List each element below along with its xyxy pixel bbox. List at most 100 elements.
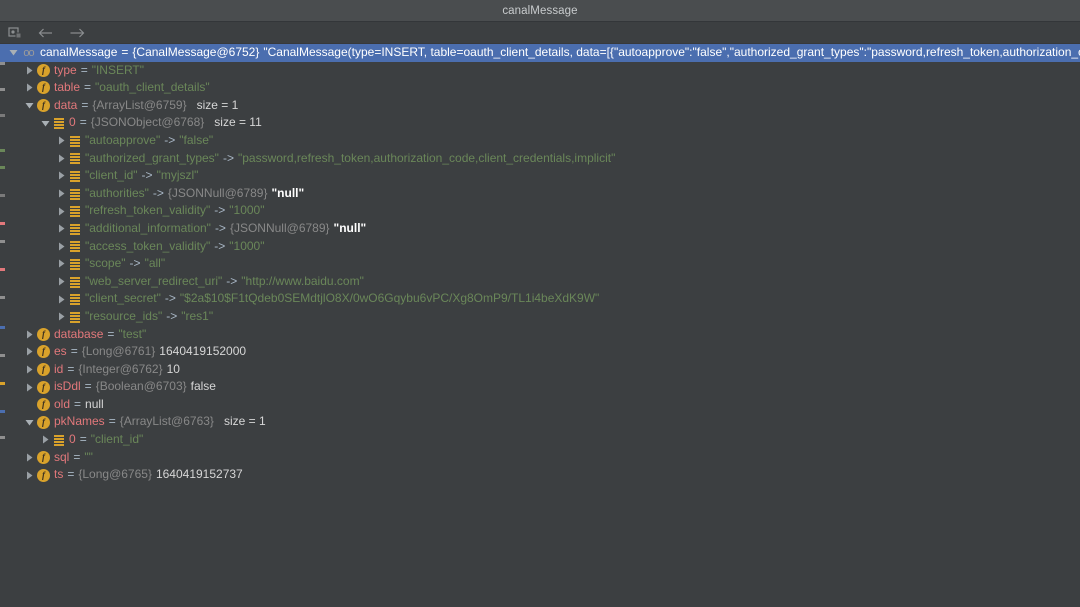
entry-key: "web_server_redirect_uri" [85, 273, 223, 288]
tree-row[interactable]: "refresh_token_validity" -> "1000" [0, 202, 1080, 220]
variable-value: "CanalMessage(type=INSERT, table=oauth_c… [263, 45, 1080, 59]
variable-name: old [54, 396, 71, 411]
variable-name: 0 [69, 115, 76, 130]
variable-name: data [54, 97, 78, 112]
field-icon-glyph: f [37, 468, 50, 482]
twisty-collapsed-icon[interactable] [53, 136, 69, 145]
tree-row[interactable]: f es = {Long@6761} 1640419152000 [0, 343, 1080, 361]
tree-row-label: isDdl = {Boolean@6703} false [54, 378, 216, 396]
twisty-collapsed-icon[interactable] [53, 224, 69, 233]
tree-row[interactable]: f type = "INSERT" [0, 62, 1080, 80]
variable-value: "INSERT" [91, 62, 145, 77]
tree-row[interactable]: f id = {Integer@6762} 10 [0, 361, 1080, 379]
tree-row[interactable]: "authorities" -> {JSONNull@6789} "null" [0, 185, 1080, 203]
twisty-collapsed-icon[interactable] [21, 83, 37, 92]
list-entry-icon [69, 223, 81, 235]
entry-arrow: -> [214, 238, 226, 253]
field-icon: f [37, 380, 50, 394]
entry-arrow: -> [164, 132, 176, 147]
twisty-collapsed-icon[interactable] [21, 471, 37, 480]
twisty-expanded-icon[interactable] [21, 418, 37, 427]
twisty-collapsed-icon[interactable] [53, 312, 69, 321]
field-icon: f [37, 450, 50, 464]
twisty-collapsed-icon[interactable] [21, 330, 37, 339]
field-icon-glyph: f [37, 398, 50, 412]
twisty-collapsed-icon[interactable] [53, 154, 69, 163]
tree-row-label: id = {Integer@6762} 10 [54, 361, 180, 379]
tree-row[interactable]: "additional_information" -> {JSONNull@6789… [0, 220, 1080, 238]
tree-row[interactable]: "access_token_validity" -> "1000" [0, 238, 1080, 256]
twisty-collapsed-icon[interactable] [21, 347, 37, 356]
twisty-collapsed-icon[interactable] [53, 242, 69, 251]
tree-row[interactable]: "client_id" -> "myjszl" [0, 167, 1080, 185]
object-icon: oo [21, 47, 36, 59]
entry-key: "client_id" [85, 168, 138, 183]
tree-row[interactable]: "client_secret" -> "$2a$10$F1tQdeb0SEMdtjl… [0, 290, 1080, 308]
tree-row-label: data = {ArrayList@6759} size = 1 [54, 97, 238, 115]
field-icon-glyph: f [37, 63, 50, 77]
tree-row[interactable]: f table = "oauth_client_details" [0, 79, 1080, 97]
entry-arrow: -> [226, 273, 238, 288]
twisty-collapsed-icon[interactable] [53, 277, 69, 286]
list-entry-icon [69, 293, 81, 306]
tree-row[interactable]: "autoapprove" -> "false" [0, 132, 1080, 150]
entry-arrow: -> [166, 308, 178, 323]
entry-type: {JSONNull@6789} [229, 220, 330, 235]
twisty-collapsed-icon[interactable] [53, 207, 69, 216]
twisty-collapsed-icon[interactable] [53, 259, 69, 268]
variable-name: id [54, 361, 64, 376]
tree-row-label: "access_token_validity" -> "1000" [85, 238, 264, 256]
variable-value: 1640419152000 [159, 344, 247, 359]
list-entry-icon-glyph [69, 276, 81, 288]
twisty-collapsed-icon[interactable] [21, 453, 37, 462]
tree-row-label: type = "INSERT" [54, 62, 144, 80]
tree-row[interactable]: f isDdl = {Boolean@6703} false [0, 378, 1080, 396]
tree-row[interactable]: "authorized_grant_types" -> "password,refr… [0, 150, 1080, 168]
twisty-collapsed-icon[interactable] [21, 66, 37, 75]
list-entry-icon-glyph [69, 258, 81, 270]
variable-name: sql [54, 449, 70, 464]
variables-tree[interactable]: oo canalMessage = {CanalMessage@6752} "Canal… [0, 44, 1080, 484]
variable-value: "oauth_client_details" [95, 80, 210, 95]
tree-row[interactable]: oo canalMessage = {CanalMessage@6752} "Canal… [0, 44, 1080, 62]
tree-row-label: table = "oauth_client_details" [54, 79, 210, 97]
variables-tree-panel[interactable]: oo canalMessage = {CanalMessage@6752} "Canal… [0, 44, 1080, 607]
tree-row[interactable]: 0 = "client_id" [0, 431, 1080, 449]
twisty-collapsed-icon[interactable] [37, 435, 53, 444]
tree-row[interactable]: "web_server_redirect_uri" -> "http://www.b… [0, 273, 1080, 291]
entry-key: "scope" [85, 256, 126, 271]
tree-row[interactable]: 0 = {JSONObject@6768} size = 11 [0, 114, 1080, 132]
twisty-collapsed-icon[interactable] [21, 365, 37, 374]
tree-row[interactable]: "resource_ids" -> "res1" [0, 308, 1080, 326]
tree-row[interactable]: f ts = {Long@6765} 1640419152737 [0, 466, 1080, 484]
back-arrow-icon[interactable] [37, 24, 55, 42]
twisty-collapsed-icon[interactable] [21, 383, 37, 392]
twisty-expanded-icon[interactable] [5, 48, 21, 57]
evaluate-expression-icon[interactable] [6, 24, 24, 42]
tree-row[interactable]: f pkNames = {ArrayList@6763} size = 1 [0, 413, 1080, 431]
twisty-expanded-icon[interactable] [21, 101, 37, 110]
tree-row[interactable]: f database = "test" [0, 326, 1080, 344]
list-entry-icon [69, 205, 81, 218]
forward-arrow-icon[interactable] [68, 24, 86, 42]
entry-value: "res1" [181, 308, 214, 323]
field-icon: f [37, 415, 50, 429]
tree-row[interactable]: f sql = "" [0, 449, 1080, 467]
twisty-collapsed-icon[interactable] [53, 189, 69, 198]
tree-row[interactable]: f data = {ArrayList@6759} size = 1 [0, 97, 1080, 115]
list-entry-icon-glyph [69, 135, 81, 147]
twisty-collapsed-icon[interactable] [53, 295, 69, 304]
tree-row[interactable]: "scope" -> "all" [0, 255, 1080, 273]
window-title: canalMessage [502, 4, 578, 17]
equals-sign: = [81, 97, 89, 112]
equals-sign: = [74, 396, 82, 411]
twisty-collapsed-icon[interactable] [53, 171, 69, 180]
tree-row[interactable]: f old = null [0, 396, 1080, 414]
list-entry-icon [69, 240, 81, 253]
variable-name: database [54, 326, 104, 341]
list-entry-icon-glyph [69, 223, 81, 235]
twisty-expanded-icon[interactable] [37, 119, 53, 128]
list-entry-icon [53, 117, 65, 130]
entry-key: "resource_ids" [85, 308, 163, 323]
variable-name: type [54, 62, 77, 77]
